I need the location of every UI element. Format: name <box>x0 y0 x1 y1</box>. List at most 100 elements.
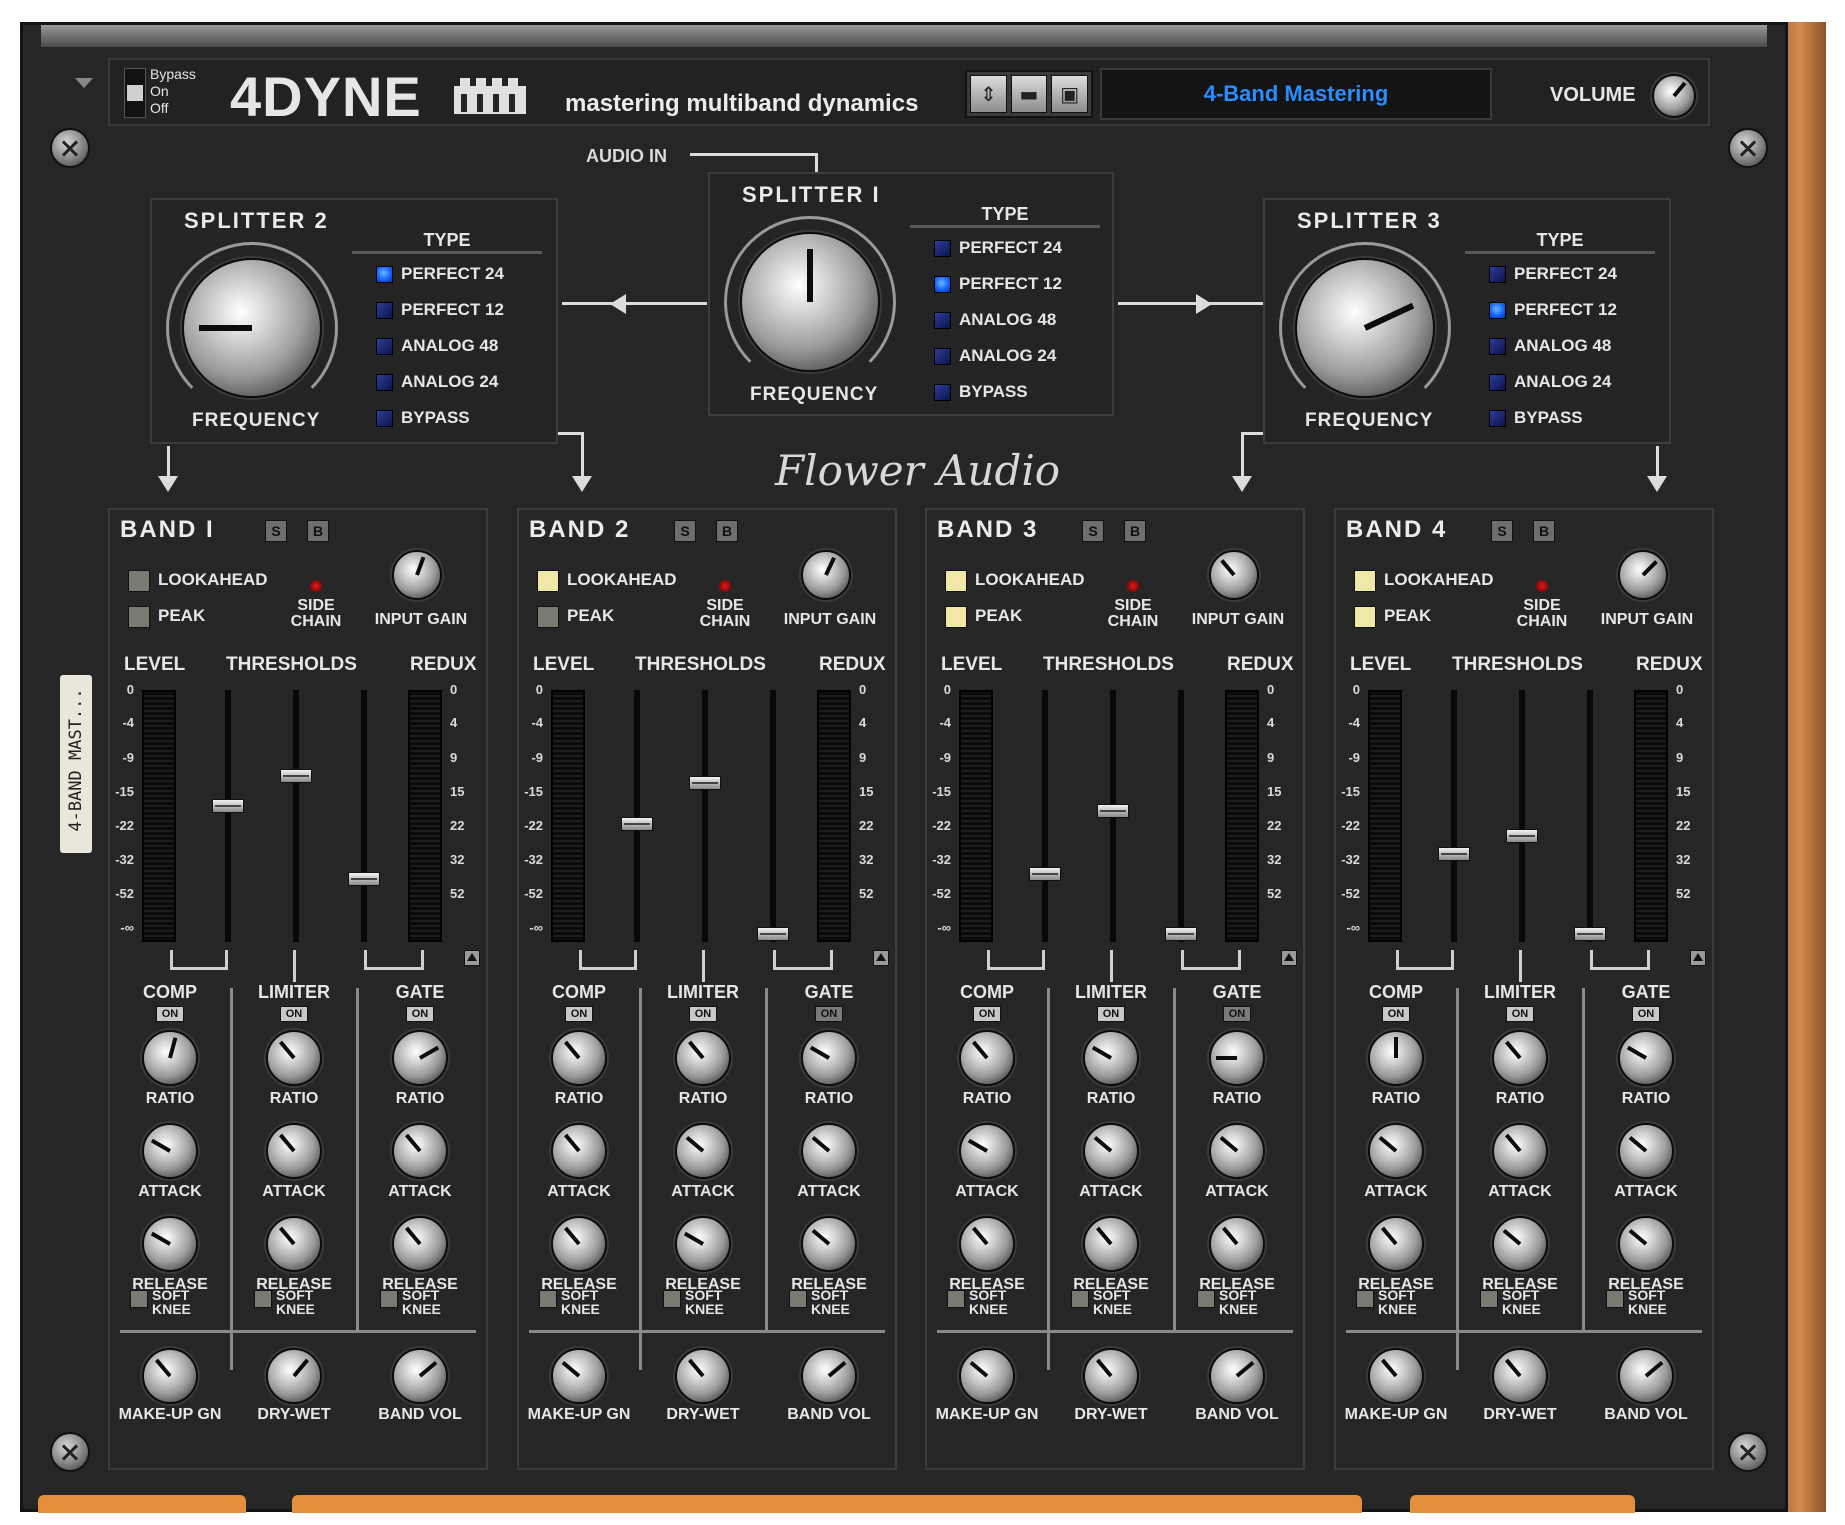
type-led-icon[interactable] <box>934 275 951 293</box>
limiter-release-knob[interactable] <box>1492 1216 1548 1272</box>
type-option-perfect-24[interactable]: PERFECT 24 <box>376 264 504 284</box>
solo-button[interactable]: S <box>1491 520 1513 542</box>
limiter-ratio-knob[interactable] <box>675 1030 731 1086</box>
volume-knob[interactable] <box>1652 74 1696 118</box>
gate-release-knob[interactable] <box>801 1216 857 1272</box>
type-led-icon[interactable] <box>376 301 393 319</box>
limiter-threshold-fader[interactable] <box>1506 829 1538 844</box>
type-option-analog-48[interactable]: ANALOG 48 <box>1489 336 1611 356</box>
limiter-soft-knee-checkbox[interactable] <box>1480 1290 1498 1308</box>
comp-ratio-knob[interactable] <box>959 1030 1015 1086</box>
lookahead-checkbox[interactable] <box>1354 570 1376 592</box>
type-option-analog-24[interactable]: ANALOG 24 <box>1489 372 1611 392</box>
gate-attack-knob[interactable] <box>392 1123 448 1179</box>
gate-release-knob[interactable] <box>1209 1216 1265 1272</box>
peak-checkbox[interactable] <box>128 606 150 628</box>
comp-on-button[interactable]: ON <box>156 1006 184 1022</box>
gate-threshold-fader[interactable] <box>1165 927 1197 942</box>
type-option-bypass[interactable]: BYPASS <box>1489 408 1583 428</box>
limiter-release-knob[interactable] <box>266 1216 322 1272</box>
limiter-attack-knob[interactable] <box>1083 1123 1139 1179</box>
type-option-bypass[interactable]: BYPASS <box>934 382 1028 402</box>
comp-threshold-fader[interactable] <box>1438 846 1470 861</box>
gate-threshold-fader[interactable] <box>1574 927 1606 942</box>
type-led-icon[interactable] <box>376 409 393 427</box>
comp-soft-knee-checkbox[interactable] <box>1356 1290 1374 1308</box>
type-led-icon[interactable] <box>376 337 393 355</box>
dry-wet-knob[interactable] <box>266 1348 322 1404</box>
comp-soft-knee-checkbox[interactable] <box>947 1290 965 1308</box>
type-option-perfect-24[interactable]: PERFECT 24 <box>1489 264 1617 284</box>
lookahead-checkbox[interactable] <box>128 570 150 592</box>
type-led-icon[interactable] <box>1489 373 1506 391</box>
type-led-icon[interactable] <box>1489 265 1506 283</box>
comp-release-knob[interactable] <box>551 1216 607 1272</box>
type-led-icon[interactable] <box>1489 301 1506 319</box>
input-gain-knob[interactable] <box>1618 550 1668 600</box>
limiter-ratio-knob[interactable] <box>266 1030 322 1086</box>
type-option-analog-24[interactable]: ANALOG 24 <box>934 346 1056 366</box>
frequency-knob[interactable] <box>182 258 322 398</box>
limiter-threshold-fader[interactable] <box>689 776 721 791</box>
gate-attack-knob[interactable] <box>1209 1123 1265 1179</box>
gate-soft-knee-checkbox[interactable] <box>789 1290 807 1308</box>
limiter-ratio-knob[interactable] <box>1492 1030 1548 1086</box>
band-bypass-button[interactable]: B <box>1124 520 1146 542</box>
comp-soft-knee-checkbox[interactable] <box>539 1290 557 1308</box>
limiter-attack-knob[interactable] <box>1492 1123 1548 1179</box>
type-led-icon[interactable] <box>934 311 951 329</box>
redux-link-icon[interactable] <box>873 950 889 966</box>
comp-ratio-knob[interactable] <box>1368 1030 1424 1086</box>
type-option-analog-48[interactable]: ANALOG 48 <box>376 336 498 356</box>
input-gain-knob[interactable] <box>801 550 851 600</box>
band-bypass-button[interactable]: B <box>1533 520 1555 542</box>
input-gain-knob[interactable] <box>1209 550 1259 600</box>
band-bypass-button[interactable]: B <box>716 520 738 542</box>
redux-link-icon[interactable] <box>1281 950 1297 966</box>
comp-soft-knee-checkbox[interactable] <box>130 1290 148 1308</box>
type-option-perfect-24[interactable]: PERFECT 24 <box>934 238 1062 258</box>
limiter-release-knob[interactable] <box>1083 1216 1139 1272</box>
gate-soft-knee-checkbox[interactable] <box>1606 1290 1624 1308</box>
frequency-knob[interactable] <box>1295 258 1435 398</box>
limiter-soft-knee-checkbox[interactable] <box>663 1290 681 1308</box>
redux-link-icon[interactable] <box>1690 950 1706 966</box>
gate-on-button[interactable]: ON <box>815 1006 843 1022</box>
gate-ratio-knob[interactable] <box>1618 1030 1674 1086</box>
redux-link-icon[interactable] <box>464 950 480 966</box>
comp-attack-knob[interactable] <box>1368 1123 1424 1179</box>
solo-button[interactable]: S <box>265 520 287 542</box>
bypass-on-off-switch[interactable] <box>124 68 146 118</box>
band-bypass-button[interactable]: B <box>307 520 329 542</box>
gate-ratio-knob[interactable] <box>392 1030 448 1086</box>
band-vol-knob[interactable] <box>1209 1348 1265 1404</box>
save-icon[interactable]: ▣ <box>1051 75 1089 113</box>
type-led-icon[interactable] <box>934 383 951 401</box>
gate-on-button[interactable]: ON <box>1223 1006 1251 1022</box>
band-vol-knob[interactable] <box>392 1348 448 1404</box>
peak-checkbox[interactable] <box>945 606 967 628</box>
gate-ratio-knob[interactable] <box>1209 1030 1265 1086</box>
limiter-attack-knob[interactable] <box>675 1123 731 1179</box>
solo-button[interactable]: S <box>1082 520 1104 542</box>
type-led-icon[interactable] <box>1489 337 1506 355</box>
limiter-on-button[interactable]: ON <box>1097 1006 1125 1022</box>
fold-device-icon[interactable] <box>75 78 93 88</box>
makeup-gain-knob[interactable] <box>551 1348 607 1404</box>
comp-on-button[interactable]: ON <box>973 1006 1001 1022</box>
gate-threshold-fader[interactable] <box>348 872 380 886</box>
limiter-attack-knob[interactable] <box>266 1123 322 1179</box>
gate-ratio-knob[interactable] <box>801 1030 857 1086</box>
comp-on-button[interactable]: ON <box>565 1006 593 1022</box>
limiter-soft-knee-checkbox[interactable] <box>254 1290 272 1308</box>
limiter-threshold-fader[interactable] <box>1097 803 1129 818</box>
comp-on-button[interactable]: ON <box>1382 1006 1410 1022</box>
folder-icon[interactable]: ▬ <box>1010 75 1048 113</box>
comp-attack-knob[interactable] <box>551 1123 607 1179</box>
gate-release-knob[interactable] <box>392 1216 448 1272</box>
limiter-on-button[interactable]: ON <box>689 1006 717 1022</box>
dry-wet-knob[interactable] <box>675 1348 731 1404</box>
type-led-icon[interactable] <box>1489 409 1506 427</box>
gate-release-knob[interactable] <box>1618 1216 1674 1272</box>
peak-checkbox[interactable] <box>1354 606 1376 628</box>
